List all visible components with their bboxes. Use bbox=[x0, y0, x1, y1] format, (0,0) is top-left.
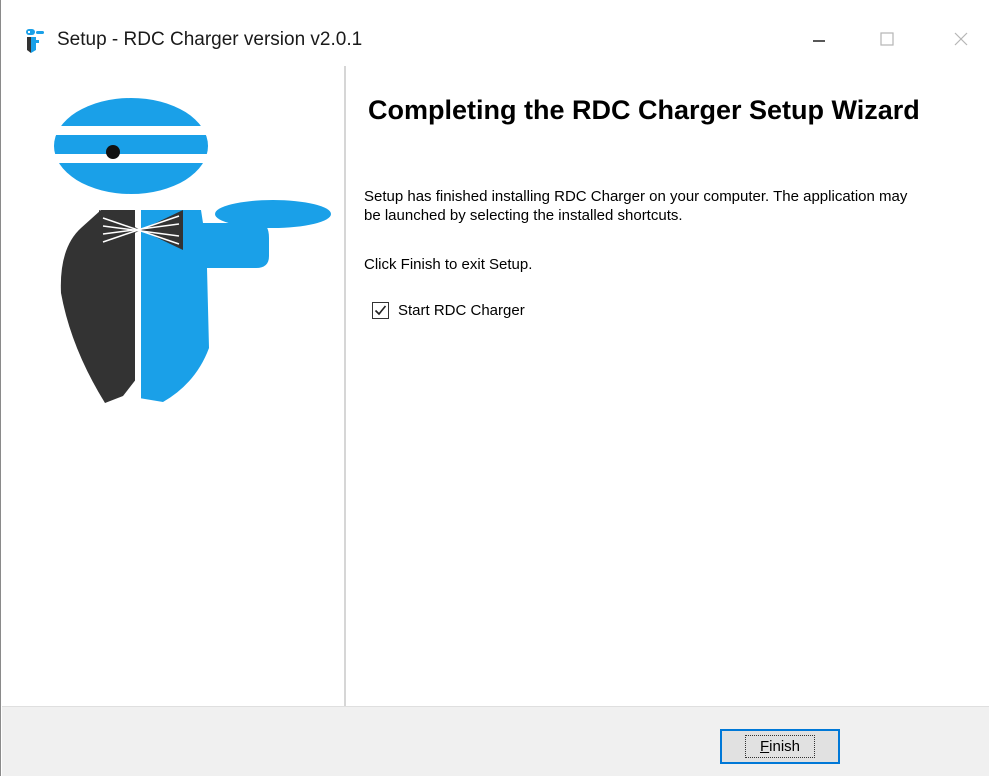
finish-button[interactable]: Finish bbox=[720, 729, 840, 764]
start-app-checkbox-row[interactable]: Start RDC Charger bbox=[372, 302, 525, 319]
start-app-checkbox[interactable] bbox=[372, 302, 389, 319]
maximize-icon bbox=[879, 31, 895, 52]
completion-message: Setup has finished installing RDC Charge… bbox=[364, 188, 908, 224]
checkmark-icon bbox=[374, 305, 387, 316]
wizard-footer bbox=[2, 706, 989, 776]
page-title: Completing the RDC Charger Setup Wizard bbox=[368, 95, 920, 125]
waiter-logo-icon bbox=[51, 98, 331, 408]
close-button[interactable] bbox=[941, 24, 981, 58]
minimize-button[interactable] bbox=[799, 24, 839, 58]
finish-button-label: Finish bbox=[744, 735, 816, 758]
minimize-icon bbox=[811, 31, 827, 52]
sidebar-divider bbox=[344, 66, 346, 706]
maximize-button[interactable] bbox=[867, 24, 907, 58]
window-title: Setup - RDC Charger version v2.0.1 bbox=[57, 29, 363, 50]
close-icon bbox=[953, 31, 969, 52]
installer-app-icon bbox=[23, 28, 49, 54]
title-bar[interactable]: Setup - RDC Charger version v2.0.1 bbox=[1, 0, 989, 66]
start-app-checkbox-label[interactable]: Start RDC Charger bbox=[398, 302, 525, 319]
setup-window: Setup - RDC Charger version v2.0.1 Compl… bbox=[0, 0, 989, 776]
instruction-text: Click Finish to exit Setup. bbox=[364, 256, 533, 273]
